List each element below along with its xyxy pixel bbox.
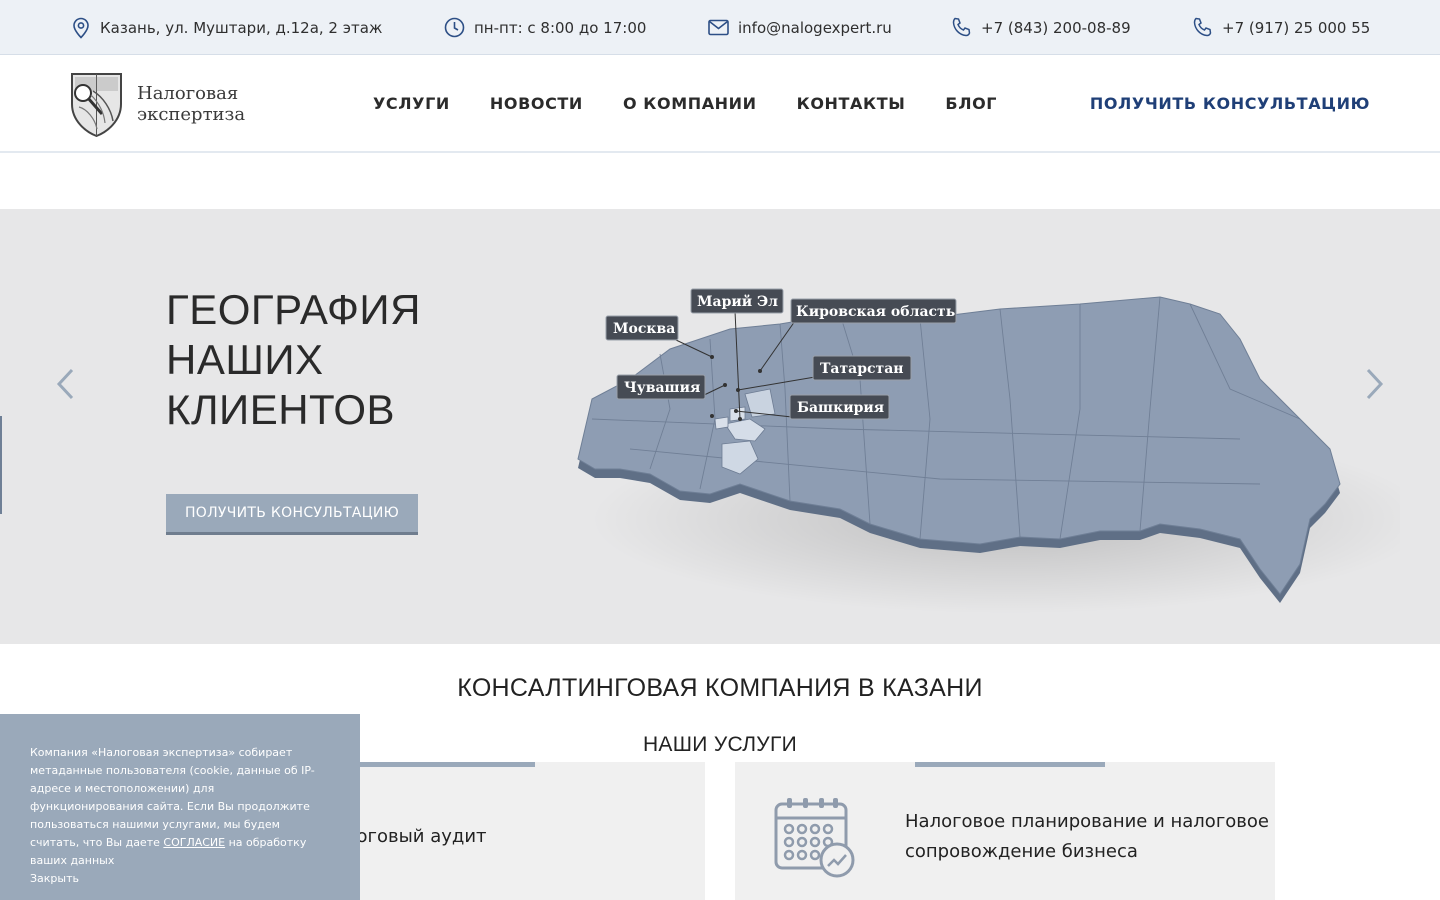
svg-text:Чувашия: Чувашия (624, 380, 700, 396)
label-chuvashia: Чувашия (616, 374, 706, 400)
card-accent-bar (915, 762, 1105, 767)
logo-line2: экспертиза (137, 104, 246, 125)
svg-text:Марий Эл: Марий Эл (697, 293, 778, 310)
service-label-line2: сопровождение бизнеса (905, 841, 1138, 862)
hero-title: ГЕОГРАФИЯ НАШИХ КЛИЕНТОВ (166, 285, 486, 435)
label-bashkiria: Башкирия (789, 394, 890, 420)
phone-icon (1193, 17, 1212, 37)
region-chuvashia (714, 416, 729, 430)
nav-item-blog[interactable]: БЛОГ (945, 94, 997, 113)
region-mari-el (729, 406, 746, 422)
hero-slider: ГЕОГРАФИЯ НАШИХ КЛИЕНТОВ ПОЛУЧИТЬ КОНСУЛ… (0, 209, 1440, 644)
hero-title-line3: КЛИЕНТОВ (166, 386, 396, 433)
phone2-link[interactable]: +7 (917) 25 000 55 (1222, 19, 1370, 37)
slider-prev-icon[interactable] (50, 364, 80, 404)
contact-bar: Казань, ул. Муштари, д.12а, 2 этаж пн-пт… (0, 0, 1440, 55)
logo-text: Налоговая экспертиза (137, 83, 245, 125)
main-nav: УСЛУГИ НОВОСТИ О КОМПАНИИ КОНТАКТЫ БЛОГ (373, 55, 1037, 151)
get-consultation-link[interactable]: ПОЛУЧИТЬ КОНСУЛЬТАЦИЮ (1090, 55, 1370, 151)
address-item: Казань, ул. Муштари, д.12а, 2 этаж (71, 0, 382, 55)
calendar-chart-icon (774, 798, 855, 878)
card-accent-bar (345, 762, 535, 767)
label-mari-el: Марий Эл (690, 288, 784, 314)
phone2-item[interactable]: +7 (917) 25 000 55 (1192, 0, 1370, 55)
side-tab-marker (0, 416, 2, 514)
company-title: КОНСАЛТИНГОВАЯ КОМПАНИЯ В КАЗАНИ (457, 674, 983, 702)
logo[interactable]: Налоговая экспертиза (69, 71, 245, 137)
mail-icon (708, 19, 729, 36)
nav-item-contacts[interactable]: КОНТАКТЫ (797, 94, 906, 113)
svg-text:Башкирия: Башкирия (797, 400, 884, 416)
cookie-notice: Компания «Налоговая экспертиза» собирает… (0, 714, 360, 900)
service-card-label: логовый аудит (345, 826, 487, 847)
nav-item-news[interactable]: НОВОСТИ (490, 94, 583, 113)
cookie-close-button[interactable]: Закрыть (30, 870, 330, 888)
russia-map: Марий Эл Москва Кировская область Татарс… (577, 288, 1400, 614)
email-link[interactable]: info@nalogexpert.ru (738, 19, 892, 37)
hero-title-line2: НАШИХ (166, 336, 324, 383)
phone1-link[interactable]: +7 (843) 200-08-89 (981, 19, 1131, 37)
location-pin-icon (73, 17, 89, 39)
service-label-line1: Налоговое планирование и налоговое (905, 811, 1269, 832)
logo-shield-icon (71, 73, 122, 137)
hours-text: пн-пт: с 8:00 до 17:00 (474, 18, 647, 37)
label-tatarstan: Татарстан (812, 355, 912, 381)
service-card-label: Налоговое планирование и налоговое сопро… (905, 807, 1269, 867)
cookie-text: Компания «Налоговая экспертиза» собирает… (30, 746, 315, 849)
svg-text:Москва: Москва (613, 321, 675, 337)
address-text: Казань, ул. Муштари, д.12а, 2 этаж (100, 18, 383, 37)
clock-icon (444, 17, 465, 38)
logo-line1: Налоговая (137, 83, 239, 104)
phone1-item[interactable]: +7 (843) 200-08-89 (951, 0, 1131, 55)
svg-text:Кировская область: Кировская область (796, 304, 955, 320)
service-card-tax-planning[interactable]: Налоговое планирование и налоговое сопро… (735, 762, 1275, 900)
hero-title-line1: ГЕОГРАФИЯ (166, 286, 421, 333)
label-kirov: Кировская область (790, 298, 957, 324)
svg-text:Татарстан: Татарстан (820, 361, 904, 377)
label-moscow: Москва (605, 315, 679, 341)
hero-consultation-button[interactable]: ПОЛУЧИТЬ КОНСУЛЬТАЦИЮ (166, 494, 418, 535)
email-item[interactable]: info@nalogexpert.ru (708, 0, 892, 55)
hours-item: пн-пт: с 8:00 до 17:00 (444, 0, 646, 55)
phone-icon (952, 17, 971, 37)
nav-item-services[interactable]: УСЛУГИ (373, 94, 450, 113)
site-header: Налоговая экспертиза УСЛУГИ НОВОСТИ О КО… (0, 55, 1440, 153)
consent-link[interactable]: СОГЛАСИЕ (163, 836, 225, 849)
nav-item-about[interactable]: О КОМПАНИИ (623, 94, 757, 113)
